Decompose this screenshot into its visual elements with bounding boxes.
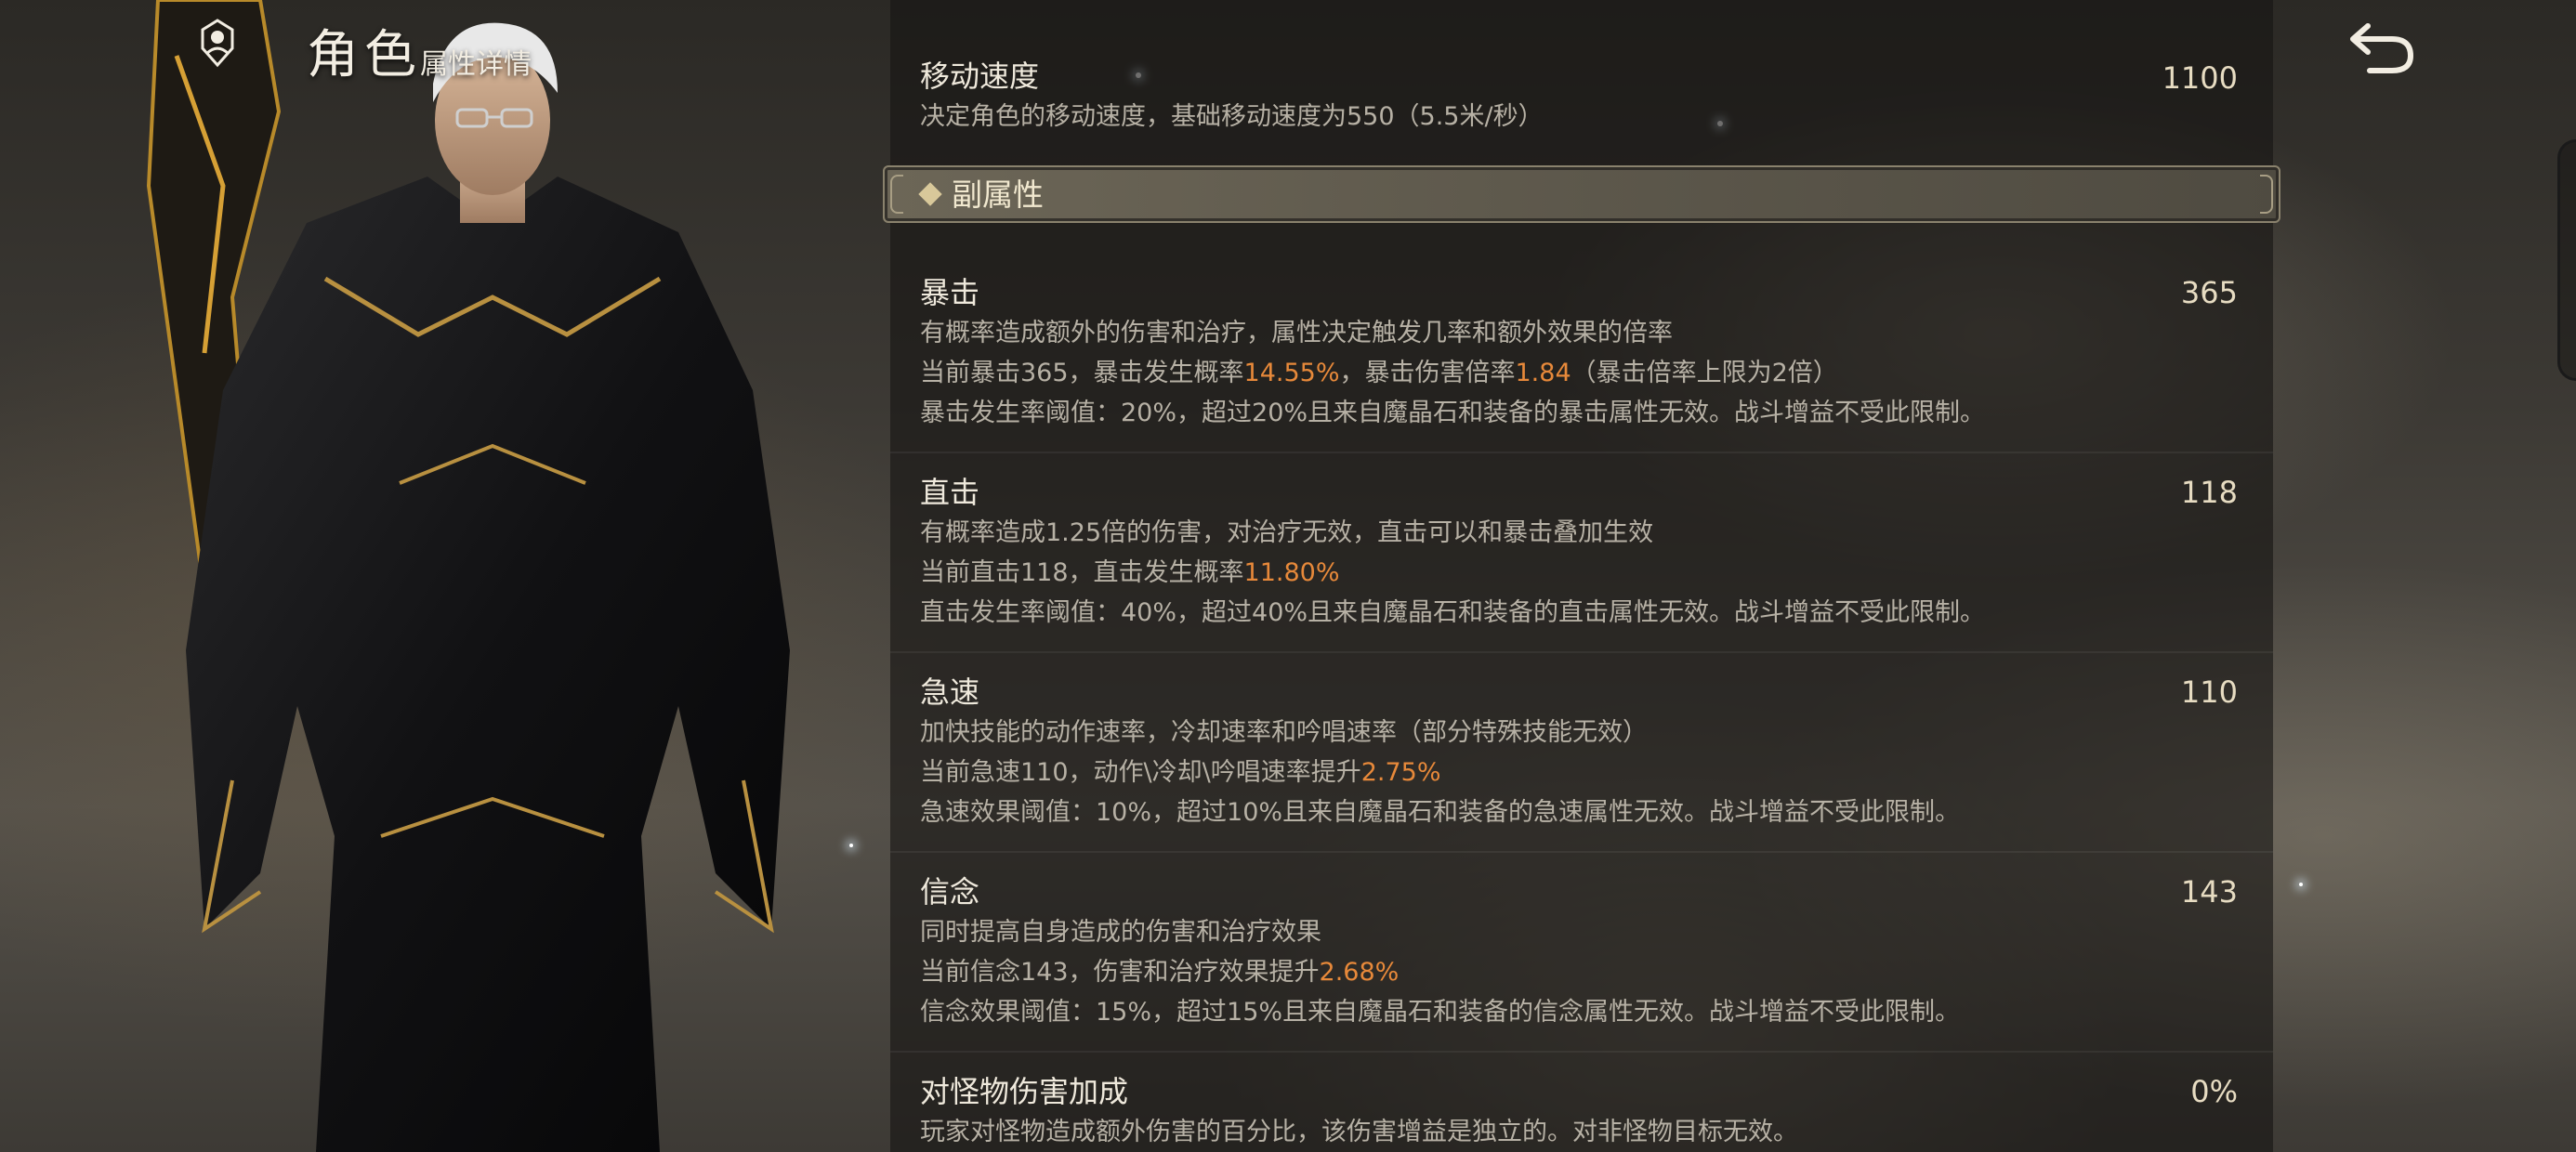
stat-value: 1100 — [2162, 60, 2238, 96]
stat-name: 直击 — [920, 475, 980, 510]
stat-row-haste: 急速 110 加快技能的动作速率，冷却速率和吟唱速率（部分特殊技能无效） 当前急… — [890, 651, 2273, 832]
faith-rate: 2.68% — [1319, 958, 1400, 987]
stat-description: 玩家对怪物造成额外伤害的百分比，该伤害增益是独立的。对非怪物目标无效。 — [920, 1118, 1798, 1146]
stat-description: 有概率造成1.25倍的伤害，对治疗无效，直击可以和暴击叠加生效 — [920, 518, 1654, 547]
stat-name: 暴击 — [920, 275, 980, 310]
page-title: 角色 — [307, 25, 422, 85]
stat-value: 143 — [2180, 874, 2238, 910]
stat-row-move-speed: 移动速度 1100 决定角色的移动速度，基础移动速度为550（5.5米/秒） — [890, 0, 2273, 137]
stat-description: 同时提高自身造成的伤害和治疗效果 — [920, 918, 1321, 947]
stat-current: 当前直击118，直击发生概率11.80% — [920, 558, 1340, 587]
crit-multiplier: 1.84 — [1515, 359, 1571, 387]
role-emblem-icon — [201, 19, 234, 68]
sparkle — [2299, 883, 2303, 886]
stat-threshold: 直击发生率阈值：40%，超过40%且来自魔晶石和装备的直击属性无效。战斗增益不受… — [920, 598, 1986, 627]
stat-value: 110 — [2180, 674, 2238, 710]
stat-value: 118 — [2180, 475, 2238, 510]
section-header-sub-attributes: 副属性 — [883, 165, 2280, 223]
stat-current: 当前暴击365，暴击发生概率14.55%，暴击伤害倍率1.84（暴击倍率上限为2… — [920, 359, 1838, 387]
stat-description: 决定角色的移动速度，基础移动速度为550（5.5米/秒） — [920, 102, 1544, 131]
character-model — [146, 0, 790, 1152]
stat-name: 对怪物伤害加成 — [920, 1074, 1129, 1109]
stat-threshold: 信念效果阈值：15%，超过15%且来自魔晶石和装备的信念属性无效。战斗增益不受此… — [920, 998, 1961, 1027]
stat-row-monster-damage: 对怪物伤害加成 0% 玩家对怪物造成额外伤害的百分比，该伤害增益是独立的。对非怪… — [890, 1051, 2273, 1152]
stat-current: 当前信念143，伤害和治疗效果提升2.68% — [920, 958, 1400, 987]
stat-description: 有概率造成额外的伤害和治疗，属性决定触发几率和额外效果的倍率 — [920, 319, 1673, 347]
stat-description: 加快技能的动作速率，冷却速率和吟唱速率（部分特殊技能无效） — [920, 718, 1648, 747]
stat-name: 移动速度 — [920, 59, 1040, 94]
diamond-icon — [918, 182, 942, 206]
stat-current: 当前急速110，动作\冷却\吟唱速率提升2.75% — [920, 758, 1441, 787]
section-title: 副属性 — [952, 177, 1044, 213]
crit-rate: 14.55% — [1243, 359, 1340, 387]
page-subtitle: 属性详情 — [420, 48, 532, 81]
haste-rate: 2.75% — [1360, 758, 1441, 787]
stat-threshold: 急速效果阈值：10%，超过10%且来自魔晶石和装备的急速属性无效。战斗增益不受此… — [920, 798, 1961, 827]
header-ornament-right — [2260, 175, 2273, 214]
back-arrow-icon[interactable] — [2347, 17, 2418, 78]
stat-threshold: 暴击发生率阈值：20%，超过20%且来自魔晶石和装备的暴击属性无效。战斗增益不受… — [920, 399, 1986, 427]
header-ornament-left — [890, 175, 903, 214]
stat-row-faith: 信念 143 同时提高自身造成的伤害和治疗效果 当前信念143，伤害和治疗效果提… — [890, 851, 2273, 1032]
stat-row-direct-hit: 直击 118 有概率造成1.25倍的伤害，对治疗无效，直击可以和暴击叠加生效 当… — [890, 452, 2273, 633]
stat-name: 急速 — [920, 674, 980, 710]
stat-value: 365 — [2180, 275, 2238, 310]
direct-rate: 11.80% — [1243, 558, 1340, 587]
stat-name: 信念 — [920, 874, 980, 910]
stat-value: 0% — [2190, 1074, 2238, 1109]
side-pull-handle[interactable] — [2557, 139, 2576, 381]
stat-row-crit: 暴击 365 有概率造成额外的伤害和治疗，属性决定触发几率和额外效果的倍率 当前… — [890, 272, 2273, 433]
